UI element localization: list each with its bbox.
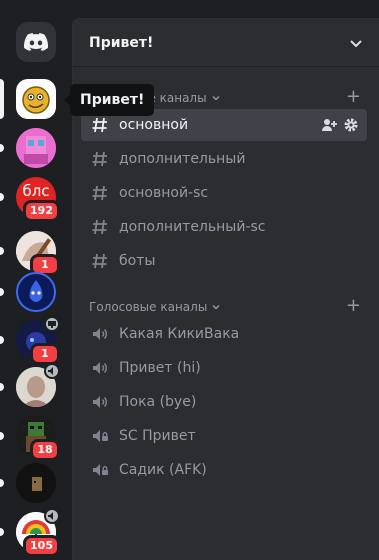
dark-scene-icon (16, 463, 56, 503)
server-tooltip: Привет! (63, 84, 155, 116)
channel-text-2[interactable]: основной-sc (81, 177, 367, 209)
mention-badge: 18 (30, 439, 60, 461)
create-channel-plus-icon[interactable]: + (346, 297, 361, 315)
channel-voice-4[interactable]: Садик (AFK) (81, 454, 367, 486)
locked-voice-channel-icon (89, 460, 111, 480)
server-title: Привет! (89, 34, 154, 51)
mention-badge: 105 (23, 535, 60, 557)
voice-channel-speaker-icon (89, 324, 111, 344)
server-avatar (16, 272, 56, 312)
chevron-down-icon (212, 96, 220, 101)
server-5[interactable] (0, 272, 56, 312)
unread-indicator (0, 193, 4, 201)
channel-voice-0[interactable]: Какая КикиВака (81, 318, 367, 350)
unread-indicator (0, 336, 4, 344)
channel-text-3[interactable]: дополнительный-sc (81, 211, 367, 243)
speaker-icon (48, 367, 53, 375)
channel-name: дополнительный-sc (119, 219, 266, 235)
server-9[interactable] (0, 463, 56, 503)
discord-app: блс 192 1 1 18 105 Привет! Привет! канал… (0, 0, 379, 560)
channel-name: Пока (bye) (119, 394, 197, 410)
server-7[interactable] (0, 363, 60, 407)
channel-name: основной-sc (119, 185, 209, 201)
channel-voice-2[interactable]: Пока (bye) (81, 386, 367, 418)
mention-badge: 192 (23, 200, 60, 222)
channel-name: Привет (hi) (119, 360, 201, 376)
gear-icon[interactable] (343, 117, 359, 133)
unread-indicator (0, 479, 4, 487)
channel-name: SC Привет (119, 428, 196, 444)
create-channel-plus-icon[interactable]: + (346, 88, 361, 106)
unread-indicator (0, 288, 4, 296)
home-button[interactable] (16, 22, 56, 62)
server-rail: блс 192 1 1 18 105 (0, 0, 72, 560)
blue-flame-icon (29, 280, 43, 302)
unread-indicator (0, 432, 4, 440)
pixel-character-icon (16, 128, 56, 168)
voice-channel-speaker-icon (89, 358, 111, 378)
server-avatar (16, 463, 56, 503)
voice-status (44, 363, 60, 379)
discord-logo-icon (24, 33, 48, 51)
mention-badge: 1 (30, 343, 60, 365)
server-bls[interactable]: блс 192 (0, 177, 60, 222)
text-channel-hash-icon (89, 251, 111, 271)
server-avatar (16, 128, 56, 168)
channel-name: Садик (AFK) (119, 462, 207, 478)
channel-name: основной (119, 117, 189, 133)
speaker-icon (48, 512, 53, 520)
channel-text-1[interactable]: дополнительный (81, 143, 367, 175)
server-privet[interactable] (0, 79, 56, 119)
text-channel-hash-icon (89, 217, 111, 237)
channel-name: дополнительный (119, 151, 246, 167)
text-channel-hash-icon (89, 149, 111, 169)
channel-name: боты (119, 253, 156, 269)
voice-channel-speaker-icon (89, 392, 111, 412)
invite-user-icon[interactable] (321, 117, 337, 133)
chevron-down-icon (212, 305, 220, 310)
server-4[interactable]: 1 (0, 231, 60, 276)
channel-text-4[interactable]: боты (81, 245, 367, 277)
category-voice-channels[interactable]: Голосовые каналы + (89, 297, 369, 317)
text-channel-hash-icon (89, 115, 111, 135)
server-2[interactable] (0, 128, 56, 168)
channel-voice-1[interactable]: Привет (hi) (81, 352, 367, 384)
unread-indicator (0, 383, 4, 391)
locked-voice-channel-icon (89, 426, 111, 446)
category-label: Голосовые каналы (89, 300, 208, 314)
server-avatar (16, 79, 56, 119)
unread-indicator (0, 247, 4, 255)
server-10[interactable]: 105 (0, 508, 60, 557)
active-indicator (0, 79, 4, 119)
emoji-face-icon (22, 86, 50, 114)
voice-status (44, 508, 60, 524)
screen-share-status (44, 316, 60, 332)
unread-indicator (0, 528, 4, 536)
chevron-down-icon[interactable] (349, 36, 363, 50)
unread-indicator (0, 144, 4, 152)
server-6[interactable]: 1 (0, 316, 60, 365)
server-8[interactable]: 18 (0, 416, 60, 461)
text-channel-hash-icon (89, 183, 111, 203)
channel-name: Какая КикиВака (119, 326, 240, 342)
server-header[interactable]: Привет! (73, 19, 379, 67)
server-initials: блс (22, 182, 50, 200)
channel-voice-3[interactable]: SC Привет (81, 420, 367, 452)
monitor-icon (48, 320, 56, 328)
